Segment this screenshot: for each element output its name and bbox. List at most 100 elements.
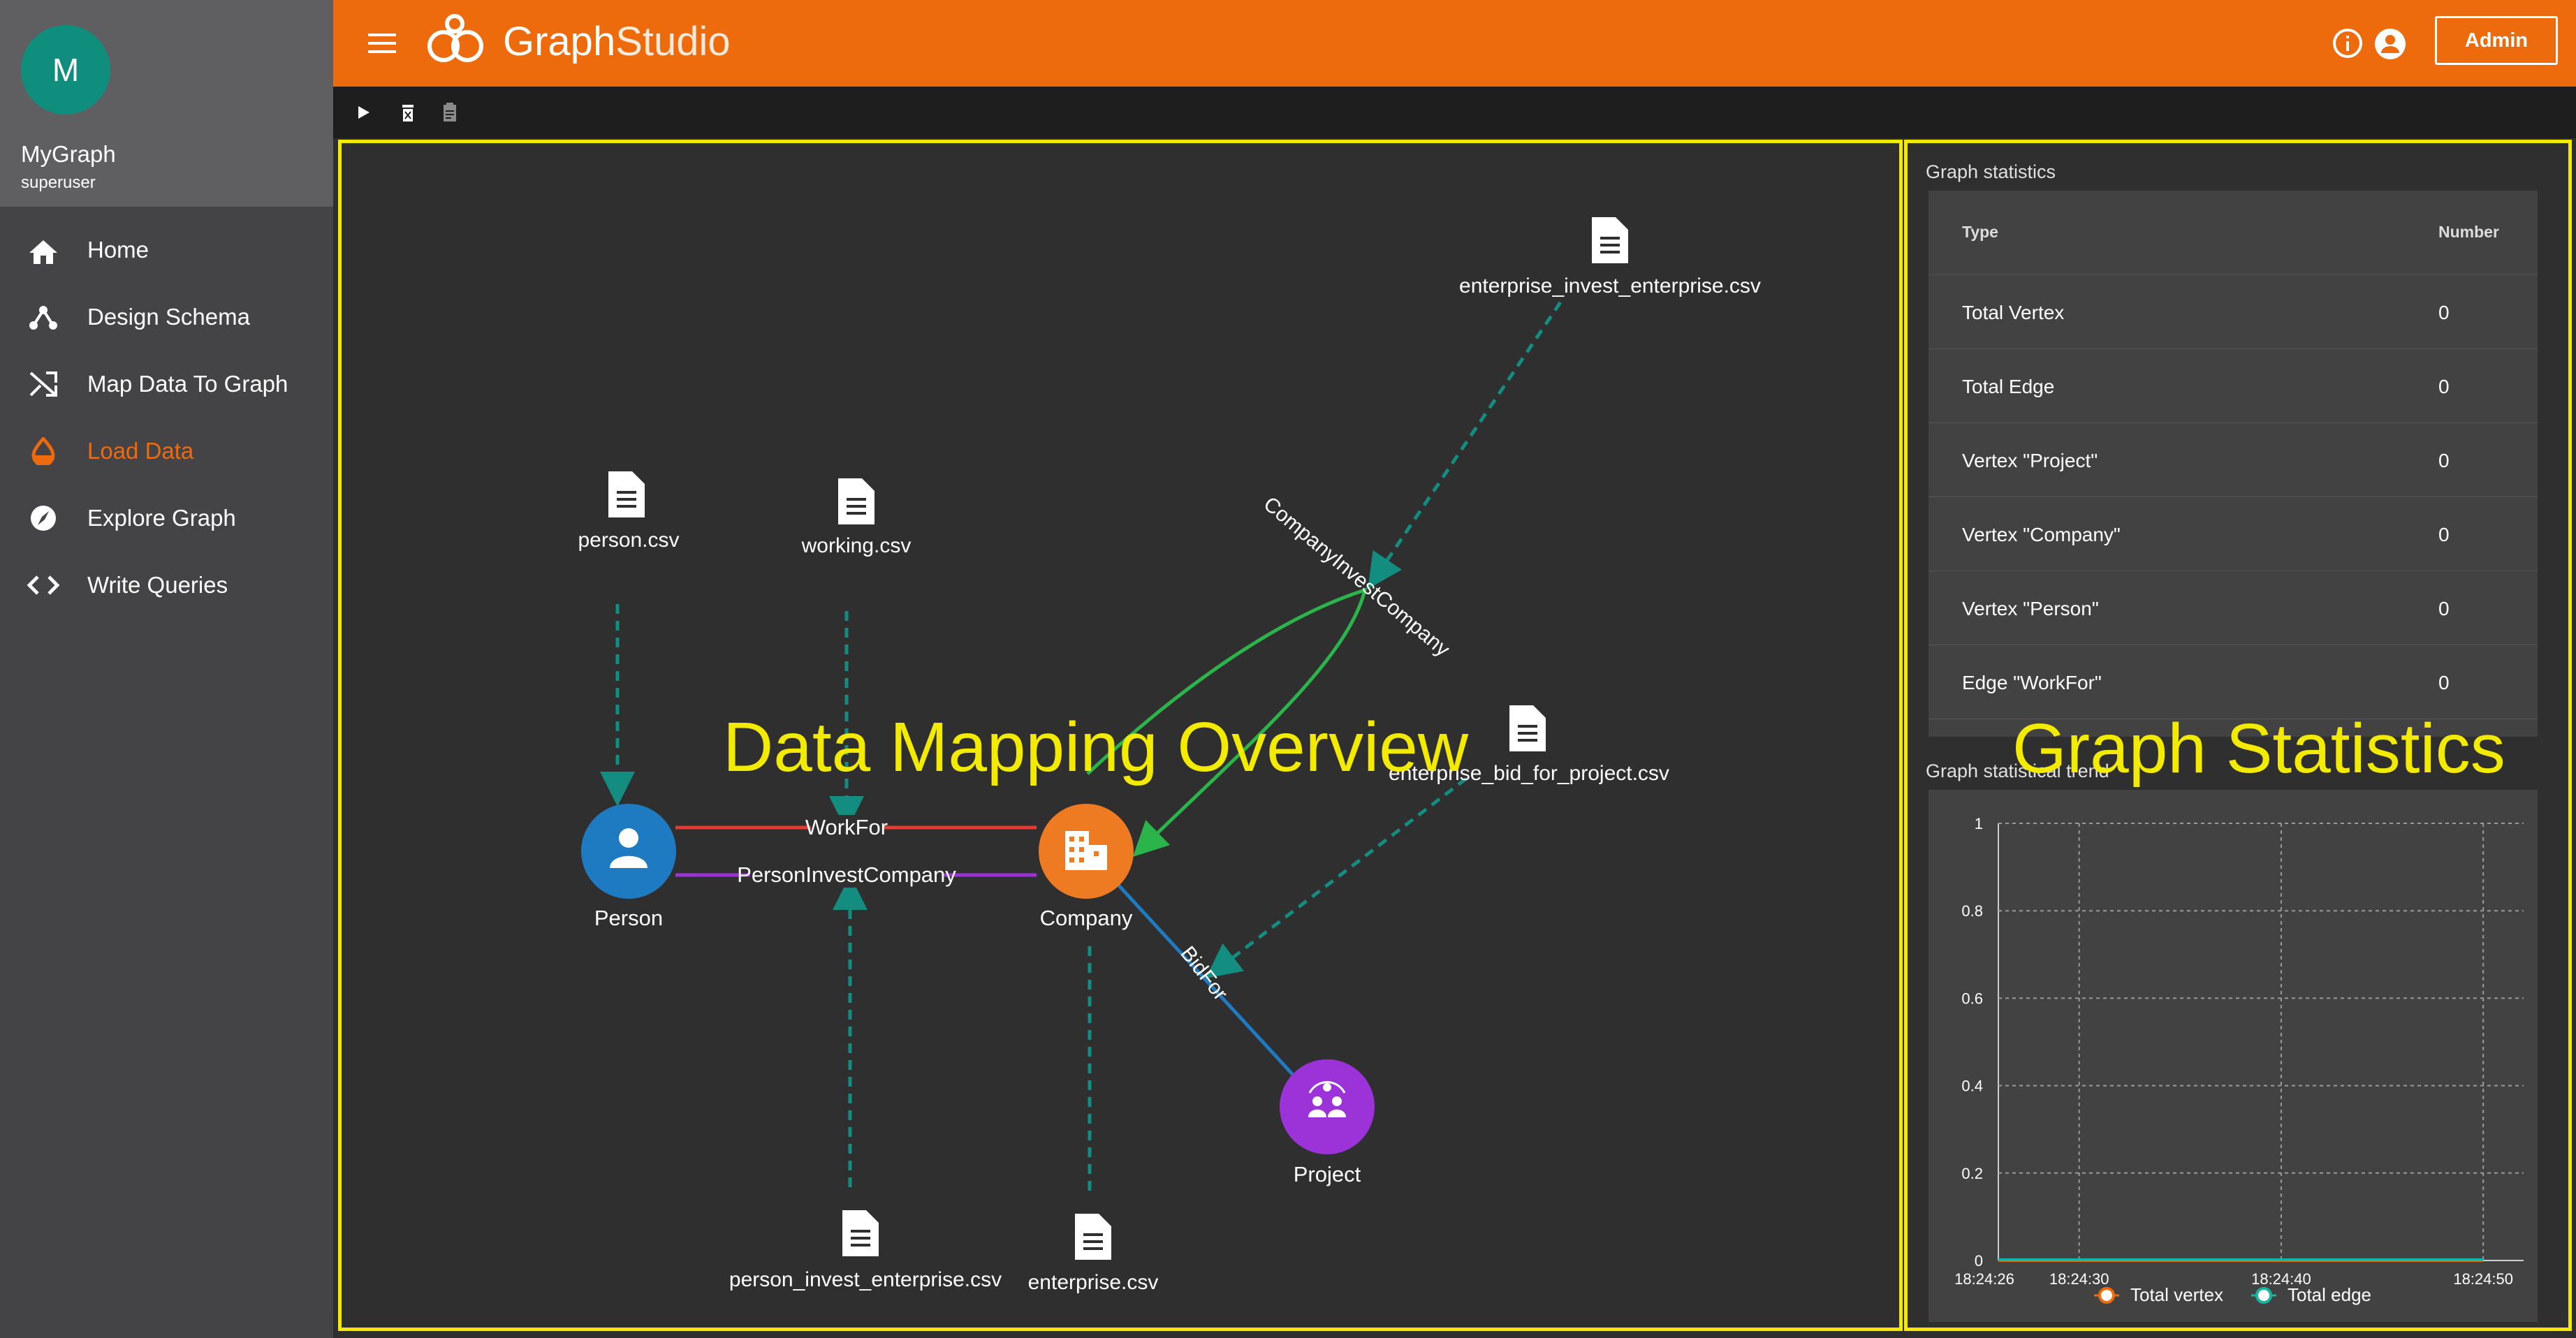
row-type: Total Vertex: [1962, 302, 2065, 323]
row-number: 0: [2438, 450, 2450, 471]
x-tick-label: 18:24:30: [2049, 1270, 2109, 1288]
vertex-company[interactable]: Company: [1039, 804, 1134, 930]
row-type: Total Edge: [1962, 376, 2055, 397]
stats-annotation: Graph Statistics: [2012, 710, 2505, 788]
overview-annotation: Data Mapping Overview: [723, 708, 1469, 786]
file-node-enterprise-csv[interactable]: enterprise.csv: [1028, 1214, 1159, 1294]
edge-label-workfor: WorkFor: [805, 815, 888, 839]
home-icon: [29, 240, 57, 264]
legend-marker: [2255, 1287, 2272, 1304]
admin-button[interactable]: Admin: [2435, 16, 2558, 65]
vertex-label: Person: [594, 906, 663, 930]
sidebar-item-label: Load Data: [87, 438, 194, 464]
schema-icon: [29, 306, 57, 330]
sidebar-item-label: Explore Graph: [87, 505, 236, 531]
app-title: GraphStudio: [503, 20, 731, 64]
sidebar-item-label: Map Data To Graph: [87, 371, 288, 397]
table-row: Vertex "Person" 0: [1929, 571, 2538, 645]
row-type: Edge "WorkFor": [1962, 672, 2102, 693]
delete-icon[interactable]: [396, 101, 420, 124]
vertex-label: Project: [1294, 1162, 1361, 1186]
y-tick-label: 0.8: [1961, 902, 1983, 920]
user-role: superuser: [21, 173, 96, 192]
table-row: Total Vertex 0: [1929, 275, 2538, 349]
sidebar-nav: Home Design Schema Map Data To Graph Loa…: [0, 216, 333, 619]
compass-icon: [31, 506, 56, 531]
y-tick-label: 0.2: [1961, 1165, 1983, 1182]
graph-statistics-panel: Graph statistics Type Number Total Verte…: [1904, 140, 2572, 1331]
row-number: 0: [2438, 524, 2450, 545]
info-icon[interactable]: [2332, 28, 2363, 59]
trend-chart-box: 0 0.2 0.4 0.6 0.8 1 18:24:26 18:24:30 18:24:40 18…: [1929, 790, 2538, 1322]
file-label: enterprise.csv: [1028, 1271, 1159, 1294]
user-name: MyGraph: [21, 141, 116, 167]
sidebar-item-map-data[interactable]: Map Data To Graph: [0, 351, 333, 418]
legend-label: Total vertex: [2130, 1284, 2223, 1305]
row-type: Vertex "Person": [1962, 598, 2099, 619]
app-title-part1: Graph: [503, 19, 616, 64]
row-number: 0: [2438, 598, 2450, 619]
table-row: Vertex "Project" 0: [1929, 423, 2538, 497]
file-label: person.csv: [578, 529, 679, 552]
edge-label-companyinvestcompany: CompanyInvestCompany: [1259, 492, 1454, 661]
col-type-header: Type: [1962, 223, 1998, 241]
clipboard-icon[interactable]: [438, 101, 462, 124]
vertex-project[interactable]: Project: [1280, 1059, 1375, 1186]
legend-label: Total edge: [2288, 1284, 2371, 1305]
file-icon: [838, 478, 874, 524]
row-number: 0: [2438, 302, 2450, 323]
file-label: person_invest_enterprise.csv: [729, 1268, 1002, 1291]
stats-title: Graph statistics: [1926, 161, 2056, 182]
trend-chart: 00.20.40.60.8118:24:26 18:24:30 18:24:40 18…: [1954, 815, 2524, 1305]
sidebar-item-home[interactable]: Home: [0, 216, 333, 284]
menu-icon[interactable]: [368, 31, 396, 56]
avatar[interactable]: M: [21, 25, 110, 115]
app-title-part2: Studio: [615, 19, 731, 64]
file-node-person-invest-csv[interactable]: person_invest_enterprise.csv: [729, 1210, 1002, 1291]
sidebar-item-label: Home: [87, 237, 149, 263]
table-header: Type Number: [1929, 191, 2538, 275]
sidebar-item-design-schema[interactable]: Design Schema: [0, 284, 333, 351]
row-number: 0: [2438, 672, 2450, 693]
row-number: 0: [2438, 376, 2450, 397]
sidebar-item-label: Write Queries: [87, 572, 228, 598]
file-node-working-csv[interactable]: working.csv: [801, 478, 912, 557]
row-type: Vertex "Company": [1962, 524, 2121, 545]
link-enterprise-bid-csv: [1206, 777, 1468, 979]
sidebar-item-load-data[interactable]: Load Data: [0, 418, 333, 485]
toolbar: [333, 87, 2576, 138]
x-tick-label: 18:24:26: [1954, 1270, 2014, 1288]
file-icon: [1509, 705, 1546, 751]
vertex-label: Company: [1040, 906, 1133, 930]
play-icon[interactable]: [351, 101, 375, 124]
data-mapping-panel: WorkFor PersonInvestCompany CompanyInves…: [338, 140, 1903, 1331]
y-tick-label: 0.4: [1961, 1078, 1983, 1095]
edge-label-bidfor: BidFor: [1176, 942, 1231, 1005]
x-tick-label: 18:24:50: [2453, 1270, 2513, 1288]
file-node-enterprise-invest-csv[interactable]: enterprise_invest_enterprise.csv: [1459, 217, 1761, 297]
file-icon: [608, 471, 645, 517]
account-icon[interactable]: [2374, 28, 2406, 60]
logo-icon: [427, 14, 483, 62]
file-label: enterprise_invest_enterprise.csv: [1459, 274, 1761, 297]
file-icon: [842, 1210, 879, 1256]
user-panel: M MyGraph superuser: [0, 0, 333, 207]
sidebar: M MyGraph superuser Home Design Schema M…: [0, 0, 333, 1338]
sidebar-item-write-queries[interactable]: Write Queries: [0, 552, 333, 619]
table-row: Total Edge 0: [1929, 349, 2538, 423]
col-number-header: Number: [2438, 223, 2499, 241]
file-label: working.csv: [801, 534, 912, 557]
file-node-person-csv[interactable]: person.csv: [578, 471, 680, 552]
top-bar: GraphStudio Admin: [333, 0, 2576, 87]
vertex-person[interactable]: Person: [581, 804, 676, 930]
row-type: Vertex "Project": [1962, 450, 2098, 471]
sidebar-item-explore-graph[interactable]: Explore Graph: [0, 485, 333, 552]
file-icon: [1075, 1214, 1111, 1260]
y-tick-label: 0: [1975, 1252, 1983, 1270]
code-icon: [27, 575, 60, 595]
file-icon: [1592, 217, 1628, 263]
table-row: Vertex "Company" 0: [1929, 497, 2538, 571]
edge-label-personinvestcompany: PersonInvestCompany: [737, 862, 956, 887]
y-tick-label: 0.6: [1961, 990, 1983, 1007]
legend-marker: [2098, 1287, 2115, 1304]
